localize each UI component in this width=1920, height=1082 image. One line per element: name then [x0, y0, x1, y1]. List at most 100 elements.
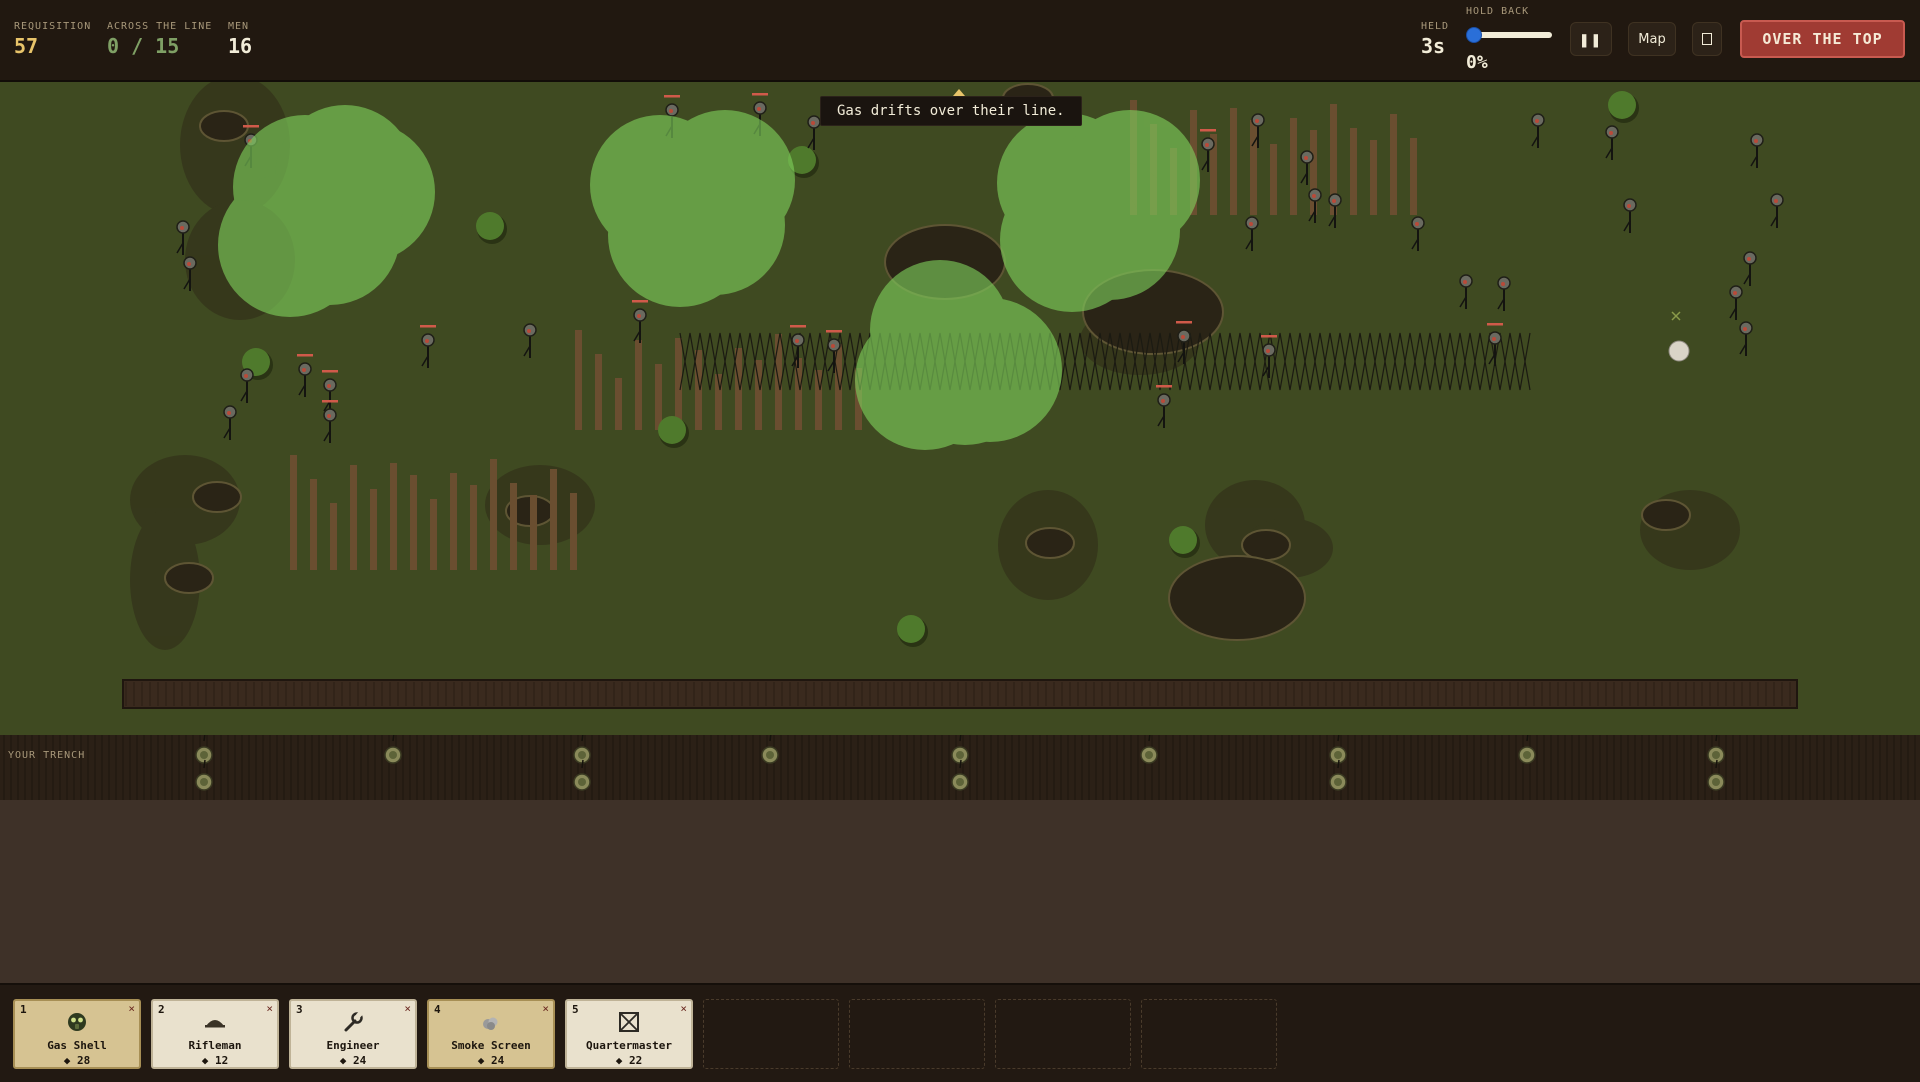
enemy-soldier	[1729, 285, 1743, 320]
gas-cloud	[1000, 168, 1144, 312]
card-cost: ◆ 28	[63, 1054, 91, 1067]
shrub	[1608, 91, 1639, 123]
battlefield-canvas	[122, 82, 1798, 709]
enemy-soldier	[1605, 125, 1619, 160]
card-close-icon[interactable]: ×	[404, 1002, 411, 1015]
event-toast: Gas drifts over their line.	[820, 96, 1082, 126]
enemy-soldier	[223, 405, 237, 440]
map-button[interactable]: Map	[1628, 22, 1676, 56]
card-engineer[interactable]: 3 × Engineer ◆ 24	[289, 999, 417, 1069]
enemy-soldier	[322, 370, 338, 413]
trench-front-parapet	[122, 679, 1798, 709]
toast-arrow-icon	[953, 89, 965, 96]
across-line-label: ACROSS THE LINE	[107, 21, 213, 32]
card-rifleman[interactable]: 2 × Rifleman ◆ 12	[151, 999, 279, 1069]
wooden-stake	[1390, 114, 1397, 215]
hold-back-label: HOLD BACK	[1466, 6, 1530, 17]
enemy-soldier	[1156, 385, 1172, 428]
wooden-stake	[1250, 120, 1257, 215]
card-close-icon[interactable]: ×	[680, 1002, 687, 1015]
wrench-icon	[344, 1011, 364, 1032]
gas-cloud	[608, 163, 752, 307]
across-line-stat: ACROSS THE LINE 0 / 15	[107, 21, 212, 58]
enemy-soldier	[1531, 113, 1545, 148]
wooden-stake	[615, 378, 622, 430]
requisition-stat: REQUISITION 57	[14, 21, 91, 58]
requisition-label: REQUISITION	[14, 21, 92, 32]
wooden-stake	[330, 503, 337, 570]
crate-icon	[619, 1012, 639, 1032]
card-smoke-screen[interactable]: 4 × Smoke Screen ◆ 24	[427, 999, 555, 1069]
shrub	[1169, 526, 1200, 558]
enemy-soldier	[523, 323, 537, 358]
empty-card-slot	[995, 999, 1131, 1069]
pause-button[interactable]: ❚❚	[1570, 22, 1612, 56]
wooden-stake	[570, 493, 577, 570]
card-name: Rifleman	[188, 1039, 242, 1052]
card-cost: ◆ 24	[339, 1054, 367, 1067]
enemy-soldier	[807, 115, 821, 150]
enemy-soldier	[1245, 216, 1259, 251]
card-cost: ◆ 24	[477, 1054, 505, 1067]
your-trench-label: YOUR TRENCH	[8, 750, 86, 761]
empty-card-slot	[849, 999, 985, 1069]
requisition-value: 57	[14, 34, 39, 58]
wooden-stake	[655, 364, 662, 430]
held-label: HELD	[1421, 21, 1450, 32]
card-name: Gas Shell	[47, 1039, 107, 1052]
men-value: 16	[228, 34, 253, 58]
wooden-stake	[1290, 118, 1297, 215]
hold-back-slider[interactable]	[1472, 32, 1552, 38]
card-name: Engineer	[326, 1039, 380, 1052]
held-stat: HELD 3s	[1421, 21, 1449, 58]
wooden-stake	[1270, 144, 1277, 215]
gas-cloud	[218, 173, 362, 317]
gas-cloud	[918, 298, 1062, 442]
card-hotkey: 4	[434, 1003, 441, 1016]
card-tray: 1 × Gas Shell ◆ 28 2 × Rifleman ◆ 12 3 ×…	[0, 983, 1920, 1082]
wooden-stake	[1230, 108, 1237, 215]
enemy-soldier	[1487, 323, 1503, 366]
wooden-stake	[470, 485, 477, 570]
wooden-stake	[530, 495, 537, 570]
enemy-soldier	[1459, 274, 1473, 309]
wooden-stake	[390, 463, 397, 570]
card-cost: ◆ 22	[615, 1054, 643, 1067]
rear-area	[0, 800, 1920, 983]
enemy-soldier	[420, 325, 436, 368]
card-close-icon[interactable]: ×	[542, 1002, 549, 1015]
card-name: Smoke Screen	[451, 1039, 531, 1052]
wooden-stake	[575, 330, 582, 430]
speaker-icon	[1702, 33, 1712, 45]
empty-card-slot	[1141, 999, 1277, 1069]
wooden-stake	[350, 465, 357, 570]
enemy-soldier	[1743, 251, 1757, 286]
wooden-stake	[1350, 128, 1357, 215]
card-gas-shell[interactable]: 1 × Gas Shell ◆ 28	[13, 999, 141, 1069]
battlefield[interactable]	[0, 82, 1920, 737]
hold-back-slider-thumb[interactable]	[1466, 27, 1482, 43]
enemy-soldier	[1739, 321, 1753, 356]
wooden-stake	[450, 473, 457, 570]
enemy-soldier	[240, 368, 254, 403]
men-stat: MEN 16	[228, 21, 252, 58]
your-trench	[0, 735, 1920, 800]
wooden-stake	[695, 350, 702, 430]
sound-toggle-button[interactable]	[1692, 22, 1722, 56]
enemy-soldier	[632, 300, 648, 343]
card-hotkey: 5	[572, 1003, 579, 1016]
card-quartermaster[interactable]: 5 × Quartermaster ◆ 22	[565, 999, 693, 1069]
wooden-stake	[490, 459, 497, 570]
card-hotkey: 2	[158, 1003, 165, 1016]
shrub	[658, 416, 689, 448]
wooden-stake	[1370, 140, 1377, 215]
wooden-stake	[430, 499, 437, 570]
over-the-top-button[interactable]: OVER THE TOP	[1740, 20, 1905, 58]
card-close-icon[interactable]: ×	[128, 1002, 135, 1015]
card-close-icon[interactable]: ×	[266, 1002, 273, 1015]
wooden-stake	[635, 340, 642, 430]
hold-back-value: 0%	[1466, 52, 1488, 73]
enemy-soldier	[297, 354, 313, 397]
shrub	[476, 212, 507, 244]
card-hotkey: 3	[296, 1003, 303, 1016]
